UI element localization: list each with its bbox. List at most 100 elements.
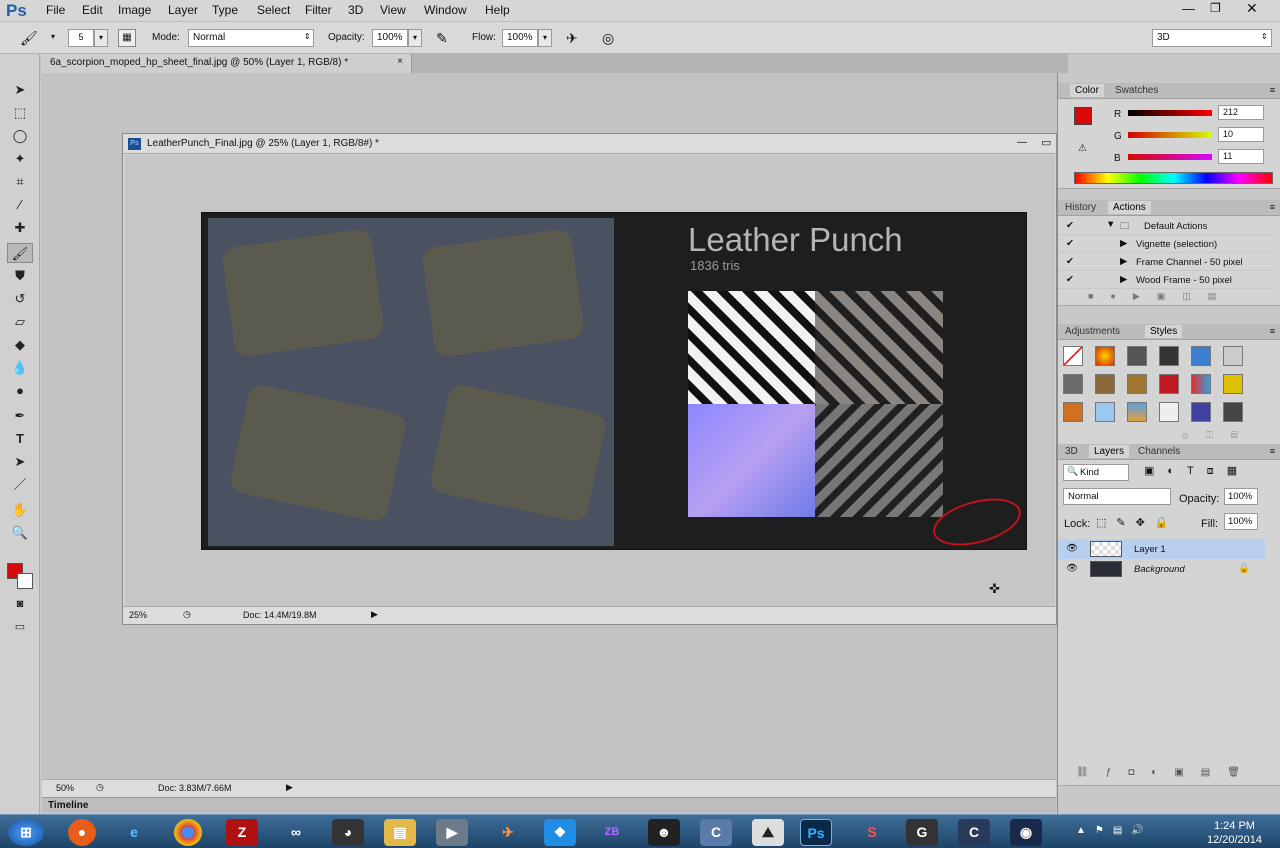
float-maximize-icon[interactable]: ▭ <box>1041 136 1051 149</box>
document-tab[interactable]: 6a_scorpion_moped_hp_sheet_final.jpg @ 5… <box>42 54 412 73</box>
color-spectrum-ramp[interactable] <box>1074 172 1273 184</box>
line-tool-icon[interactable]: ／ <box>7 475 33 495</box>
chrome-icon[interactable] <box>174 819 202 846</box>
menu-type[interactable]: Type <box>212 3 238 17</box>
app-icon[interactable]: S <box>856 819 888 846</box>
style-swatch-copper[interactable] <box>1063 402 1083 422</box>
document-tab-close-icon[interactable]: × <box>397 56 403 67</box>
style-swatch-sky[interactable] <box>1127 402 1147 422</box>
floating-status-icon[interactable]: ◷ <box>183 609 191 620</box>
tab-3d[interactable]: 3D <box>1060 445 1083 458</box>
action-row[interactable]: ✔ ▶ Vignette (selection) <box>1058 235 1273 253</box>
action-expand-arrow-icon[interactable]: ▼ <box>1106 219 1115 230</box>
g-value-field[interactable]: 10 <box>1218 127 1264 142</box>
system-tray-icons[interactable]: ▲⚑▤🔊 <box>1076 825 1153 836</box>
action-footer-icons[interactable]: ■●▶▣◫▤ <box>1088 291 1233 302</box>
app-icon[interactable]: ⛰ <box>752 819 784 846</box>
action-expand-arrow-icon[interactable]: ▶ <box>1120 238 1127 249</box>
action-expand-arrow-icon[interactable]: ▶ <box>1120 274 1127 285</box>
floating-window-titlebar[interactable]: Ps LeatherPunch_Final.jpg @ 25% (Layer 1… <box>123 134 1056 154</box>
action-expand-arrow-icon[interactable]: ▶ <box>1120 256 1127 267</box>
workspace-select[interactable]: 3D <box>1152 29 1272 47</box>
lock-icons[interactable]: ⬚✎✥🔒 <box>1096 516 1179 529</box>
flow-field[interactable]: 100% <box>502 29 538 47</box>
eyedropper-tool-icon[interactable]: ⁄ <box>7 195 33 215</box>
style-swatch-dark[interactable] <box>1127 346 1147 366</box>
style-swatch-charcoal[interactable] <box>1223 402 1243 422</box>
action-enabled-check-icon[interactable]: ✔ <box>1066 256 1074 267</box>
b-value-field[interactable]: 11 <box>1218 149 1264 164</box>
system-clock[interactable]: 1:24 PM 12/20/2014 <box>1207 819 1262 847</box>
healing-brush-tool-icon[interactable]: ✚ <box>7 218 33 238</box>
action-enabled-check-icon[interactable]: ✔ <box>1066 274 1074 285</box>
styles-panel-menu-icon[interactable]: ≡ <box>1270 326 1275 336</box>
restore-icon[interactable]: ❐ <box>1210 1 1221 15</box>
dropbox-icon[interactable]: ❖ <box>544 819 576 846</box>
float-minimize-icon[interactable]: — <box>1017 137 1027 148</box>
clone-stamp-tool-icon[interactable]: ⛊ <box>7 266 33 286</box>
firefox-icon[interactable]: ● <box>68 819 96 846</box>
color-panel-menu-icon[interactable]: ≡ <box>1270 85 1275 95</box>
main-status-arrow-icon[interactable]: ▶ <box>286 782 293 793</box>
app-icon[interactable]: C <box>700 819 732 846</box>
menu-filter[interactable]: Filter <box>305 3 332 17</box>
internet-explorer-icon[interactable]: e <box>118 819 150 846</box>
app-icon[interactable]: ◕ <box>332 819 364 846</box>
zoom-tool-icon[interactable]: 🔍 <box>7 523 33 543</box>
crop-tool-icon[interactable]: ⌗ <box>7 172 33 192</box>
action-enabled-check-icon[interactable]: ✔ <box>1066 238 1074 249</box>
style-swatch-light-blue[interactable] <box>1095 402 1115 422</box>
action-row[interactable]: ✔ ▶ Wood Frame - 50 pixel <box>1058 271 1273 289</box>
tab-color[interactable]: Color <box>1070 84 1104 97</box>
opacity-slider-arrow[interactable]: ▾ <box>408 29 422 47</box>
quick-mask-icon[interactable]: ◙ <box>7 594 33 614</box>
tab-channels[interactable]: Channels <box>1133 445 1185 458</box>
brush-size-field[interactable]: 5 <box>68 29 94 47</box>
actions-panel-menu-icon[interactable]: ≡ <box>1270 202 1275 212</box>
menu-window[interactable]: Window <box>424 3 467 17</box>
mode-select[interactable]: Normal <box>188 29 314 47</box>
minimize-icon[interactable]: — <box>1182 1 1195 16</box>
airbrush-icon[interactable]: ✈ <box>566 30 578 47</box>
hand-tool-icon[interactable]: ✋ <box>7 500 33 520</box>
style-swatch-tan[interactable] <box>1127 374 1147 394</box>
background-color-swatch[interactable] <box>17 573 33 589</box>
style-swatch-slate[interactable] <box>1063 374 1083 394</box>
history-brush-tool-icon[interactable]: ↺ <box>7 289 33 309</box>
style-swatch-black[interactable] <box>1159 346 1179 366</box>
b-slider[interactable] <box>1128 154 1212 160</box>
style-swatch-multicolor[interactable] <box>1191 374 1211 394</box>
photoshop-taskbar-icon[interactable]: Ps <box>800 819 832 846</box>
style-swatch-red[interactable] <box>1159 374 1179 394</box>
app-icon[interactable]: ZB <box>596 819 628 846</box>
path-select-tool-icon[interactable]: ➤ <box>7 452 33 472</box>
mode-select-arrow-icon[interactable]: ⇕ <box>304 32 311 41</box>
layer-fill-field[interactable]: 100% <box>1224 513 1258 530</box>
menu-select[interactable]: Select <box>257 3 290 17</box>
menu-layer[interactable]: Layer <box>168 3 198 17</box>
pressure-size-icon[interactable]: ◎ <box>602 30 614 47</box>
floating-zoom-level[interactable]: 25% <box>129 610 147 620</box>
filezilla-icon[interactable]: Z <box>226 819 258 846</box>
style-swatch-blue[interactable] <box>1191 346 1211 366</box>
menu-help[interactable]: Help <box>485 3 510 17</box>
style-swatch-orange[interactable] <box>1095 346 1115 366</box>
tool-preset-arrow[interactable]: ▾ <box>46 29 60 47</box>
screen-mode-icon[interactable]: ▭ <box>7 617 33 637</box>
style-swatch-brown[interactable] <box>1095 374 1115 394</box>
tab-layers[interactable]: Layers <box>1089 445 1130 458</box>
layers-panel-menu-icon[interactable]: ≡ <box>1270 446 1275 456</box>
workspace-arrow-icon[interactable]: ⇕ <box>1261 32 1268 41</box>
app-icon[interactable]: ◉ <box>1010 819 1042 846</box>
app-icon[interactable]: G <box>906 819 938 846</box>
pen-tool-icon[interactable]: ✒ <box>7 406 33 426</box>
marquee-tool-icon[interactable]: ⬚ <box>7 103 33 123</box>
type-tool-icon[interactable]: T <box>7 429 33 449</box>
app-icon[interactable]: C <box>958 819 990 846</box>
layer-visibility-eye-icon[interactable]: 👁 <box>1066 543 1078 554</box>
menu-file[interactable]: File <box>46 3 65 17</box>
layer-row[interactable]: 👁 Background 🔒 <box>1058 559 1265 579</box>
style-swatch-gray[interactable] <box>1223 346 1243 366</box>
menu-image[interactable]: Image <box>118 3 151 17</box>
tab-swatches[interactable]: Swatches <box>1110 84 1163 97</box>
